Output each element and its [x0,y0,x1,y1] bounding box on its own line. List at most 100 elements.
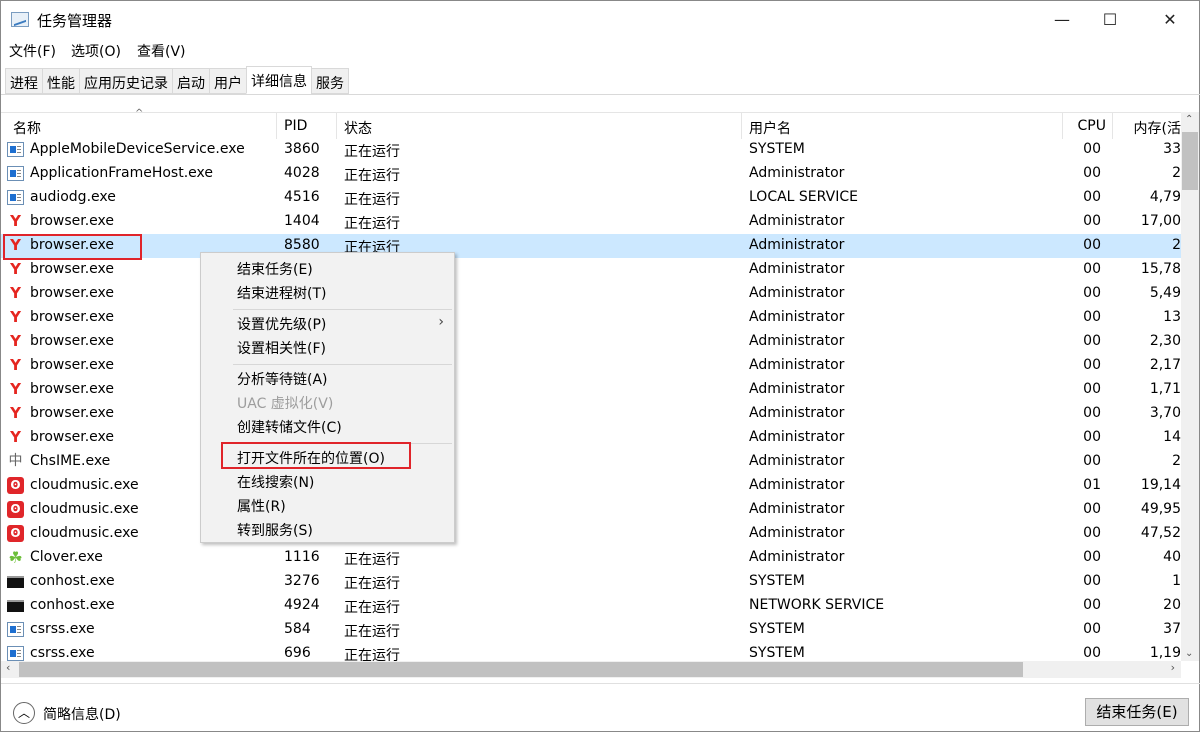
table-row[interactable]: Y browser.exe Administrator 00 1,71 [1,378,1181,402]
context-menu-item[interactable]: 结束任务(E) [237,259,313,279]
column-username[interactable]: 用户名 [742,113,1063,139]
process-username: Administrator [749,453,845,469]
tab-1[interactable]: 性能 [42,68,80,94]
tab-4[interactable]: 用户 [209,68,247,94]
table-row[interactable]: Y browser.exe Administrator 00 13 [1,306,1181,330]
table-row[interactable]: 中 ChsIME.exe Administrator 00 2 [1,450,1182,474]
table-row[interactable]: ʘ cloudmusic.exe Administrator 00 49,95 [1,498,1181,522]
process-cpu: 00 [1083,333,1101,349]
close-button[interactable]: ✕ [1147,1,1193,39]
process-cpu: 00 [1083,189,1101,205]
table-row[interactable]: conhost.exe 3276 正在运行 SYSTEM 00 1 [1,570,1181,594]
process-cpu: 00 [1083,525,1101,541]
process-username: SYSTEM [749,141,805,157]
table-row[interactable]: conhost.exe 4924 正在运行 NETWORK SERVICE 00… [1,594,1181,618]
process-cpu: 00 [1083,285,1101,301]
process-status: 正在运行 [344,600,400,616]
column-name-label: 名称 [13,121,41,137]
cloudmusic-icon: ʘ [7,501,24,518]
context-menu-item[interactable]: 在线搜索(N) [237,472,314,492]
table-row[interactable]: ☘ Clover.exe 1116 正在运行 Administrator 00 … [1,546,1181,570]
table-row[interactable]: Y browser.exe Administrator 00 2,17 [1,354,1181,378]
process-memory: 2 [1172,453,1181,469]
process-username: Administrator [749,285,845,301]
menu-view[interactable]: 查看(V) [137,41,186,61]
column-name[interactable]: ^ 名称 [1,108,277,139]
column-pid[interactable]: PID [277,113,337,139]
tab-6[interactable]: 服务 [311,68,349,94]
process-name: browser.exe [30,213,115,229]
menu-file[interactable]: 文件(F) [9,41,56,61]
table-row[interactable]: AppleMobileDeviceService.exe 3860 正在运行 S… [1,138,1181,162]
brief-info-link[interactable]: 简略信息(D) [43,704,121,724]
tab-3[interactable]: 启动 [172,68,210,94]
process-memory: 19,14 [1140,477,1181,493]
collapse-chevron-icon[interactable]: ︿ [13,702,35,724]
tab-5[interactable]: 详细信息 [246,66,312,94]
scroll-right-icon[interactable]: › [1171,661,1175,674]
vertical-scrollbar[interactable]: ⌃ ⌄ [1181,112,1199,661]
context-menu-item: UAC 虚拟化(V) [237,396,334,412]
menu-options[interactable]: 选项(O) [71,41,121,61]
context-menu-item[interactable]: 转到服务(S) [237,520,313,540]
process-username: Administrator [749,501,845,517]
end-task-button[interactable]: 结束任务(E) [1085,698,1189,726]
process-memory: 1,19 [1149,645,1181,661]
table-row[interactable]: Y browser.exe Administrator 00 14 [1,426,1181,450]
console-icon [7,573,24,590]
process-username: SYSTEM [749,621,805,637]
horizontal-scroll-thumb[interactable] [19,662,1023,677]
table-row[interactable]: Y browser.exe 1404 正在运行 Administrator 00… [1,210,1181,234]
table-row[interactable]: ʘ cloudmusic.exe Administrator 00 47,52 [1,522,1181,546]
horizontal-scrollbar[interactable]: ‹ › [1,661,1181,678]
context-menu-item[interactable]: 创建转储文件(C) [237,417,342,437]
process-name: Clover.exe [30,549,103,565]
scroll-down-icon[interactable]: ⌄ [1185,648,1193,659]
context-menu-item[interactable]: 分析等待链(A) [237,369,328,389]
vertical-scroll-thumb[interactable] [1182,132,1198,190]
process-memory: 4,79 [1149,189,1181,205]
process-memory: 1 [1172,573,1181,589]
table-row[interactable]: Y browser.exe 8580 正在运行 Administrator 00… [1,234,1181,258]
table-row[interactable]: ʘ cloudmusic.exe Administrator 01 19,14 [1,474,1181,498]
submenu-arrow-icon: › [438,314,444,330]
context-menu-item[interactable]: 设置相关性(F) [237,338,326,358]
column-memory[interactable]: 内存(活 [1113,113,1181,139]
process-status: 正在运行 [344,168,400,184]
table-row[interactable]: csrss.exe 696 正在运行 SYSTEM 00 1,19 [1,642,1181,661]
yandex-icon: Y [10,428,21,446]
process-memory: 2 [1172,165,1181,181]
process-username: Administrator [749,549,845,565]
minimize-button[interactable]: — [1039,1,1085,39]
context-menu-item[interactable]: 结束进程树(T) [237,283,326,303]
process-status: 正在运行 [344,216,400,232]
column-header: ^ 名称 PID 状态 用户名 CPU 内存(活 [1,108,1181,139]
table-row[interactable]: csrss.exe 584 正在运行 SYSTEM 00 37 [1,618,1181,642]
tab-0[interactable]: 进程 [5,68,43,94]
table-row[interactable]: Y browser.exe Administrator 00 3,70 [1,402,1181,426]
table-row[interactable]: audiodg.exe 4516 正在运行 LOCAL SERVICE 00 4… [1,186,1181,210]
column-cpu[interactable]: CPU [1063,113,1113,139]
scroll-left-icon[interactable]: ‹ [6,661,10,674]
table-row[interactable]: Y browser.exe Administrator 00 5,49 [1,282,1181,306]
scroll-up-icon[interactable]: ⌃ [1185,114,1193,125]
context-menu-item[interactable]: 属性(R) [237,496,286,516]
table-row[interactable]: Y browser.exe Administrator 00 2,30 [1,330,1181,354]
process-cpu: 00 [1083,309,1101,325]
table-row[interactable]: ApplicationFrameHost.exe 4028 正在运行 Admin… [1,162,1181,186]
process-pid: 4028 [284,165,320,181]
process-username: Administrator [749,165,845,181]
tab-content-top [1,94,1200,112]
process-status: 正在运行 [344,648,400,661]
column-status[interactable]: 状态 [337,113,742,139]
tab-2[interactable]: 应用历史记录 [79,68,173,94]
window-title: 任务管理器 [37,12,113,30]
table-row[interactable]: Y browser.exe Administrator 00 15,78 [1,258,1181,282]
process-memory: 20 [1163,597,1181,613]
process-memory: 13 [1163,309,1181,325]
context-menu-item[interactable]: 设置优先级(P) [237,314,326,334]
process-username: Administrator [749,261,845,277]
maximize-button[interactable]: ☐ [1087,1,1133,39]
title-bar: 任务管理器 — ☐ ✕ [1,1,1200,39]
cloudmusic-icon: ʘ [7,525,24,542]
